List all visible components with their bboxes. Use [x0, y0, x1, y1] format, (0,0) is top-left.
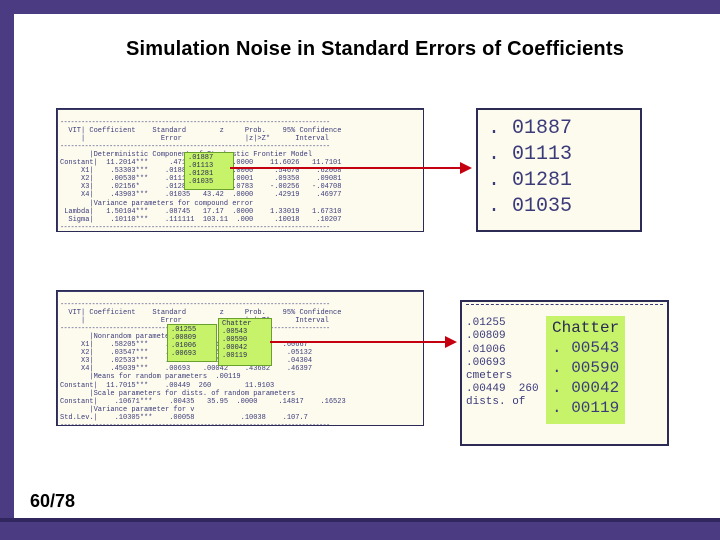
- row: X4| .45039*** .00693 .00042 .43682 .4639…: [60, 365, 312, 373]
- hl-val: .01006: [171, 342, 196, 350]
- highlight-chatter-small: Chatter .00543 .00590 .00042 .00119: [218, 318, 272, 366]
- rule: ----------------------------------------…: [60, 224, 330, 232]
- row: |Variance parameters for compound error: [60, 200, 253, 208]
- row: Constant| .10671*** .00435 35.95 .0000 .…: [60, 398, 346, 406]
- rule: ----------------------------------------…: [60, 301, 330, 309]
- chatter-column: Chatter . 00543 . 00590 . 00042 . 00119: [546, 316, 625, 424]
- magnified-se-top: . 01887 . 01113 . 01281 . 01035: [476, 108, 642, 232]
- row: Sigma| .10110*** .111111 103.11 .000 .10…: [60, 216, 341, 224]
- hl-val: .00693: [171, 350, 196, 358]
- hl-val: .00042: [222, 344, 247, 352]
- col-header-2: | Error |z|>Z* Interval: [60, 135, 329, 143]
- chatter-label: Chatter: [552, 318, 619, 338]
- hl-label: Chatter: [222, 320, 251, 328]
- col-header-1: VIT| Coefficient Standard z Prob. 95% Co…: [60, 309, 341, 317]
- rule: ----------------------------------------…: [60, 143, 330, 151]
- chatter-val: . 00543: [552, 338, 619, 358]
- chatter-val: . 00042: [552, 378, 619, 398]
- row: |Means for random parameters .00119: [60, 373, 241, 381]
- row: |Scale parameters for dists. of random p…: [60, 390, 295, 398]
- mag-left-context: .01255 .00809 .01006 .00693 cmeters .004…: [466, 304, 539, 410]
- rule: ----------------------------------------…: [60, 422, 330, 426]
- magnified-chatter: .01255 .00809 .01006 .00693 cmeters .004…: [460, 300, 669, 446]
- rule: ----------------------------------------…: [60, 119, 330, 127]
- hl-val: .00119: [222, 352, 247, 360]
- row: X4| .43903*** .01035 43.42 .0000 .42919 …: [60, 191, 341, 199]
- hl-val: .01281: [188, 170, 213, 178]
- slide-title: Simulation Noise in Standard Errors of C…: [60, 38, 690, 61]
- highlight-se-top: .01887 .01113 .01281 .01035: [184, 152, 234, 190]
- mag-val: . 01281: [488, 168, 630, 194]
- mag-val: . 01113: [488, 142, 630, 168]
- hl-val: .01255: [171, 326, 196, 334]
- decor-stripe-top: [0, 0, 720, 14]
- col-header-1: VIT| Coefficient Standard z Prob. 95% Co…: [60, 127, 341, 135]
- hl-val: .01887: [188, 154, 213, 162]
- chatter-val: . 00119: [552, 398, 619, 418]
- slide-number: 60/78: [30, 491, 75, 512]
- hl-val: .00590: [222, 336, 247, 344]
- row: Lambda| 1.50104*** .08745 17.17 .0000 1.…: [60, 208, 341, 216]
- highlight-se-bottom-left: .01255 .00809 .01006 .00693: [167, 324, 217, 362]
- hl-val: .00809: [171, 334, 196, 342]
- section-label: |Nonrandom parameters: [60, 333, 178, 341]
- hl-val: .01113: [188, 162, 213, 170]
- hl-val: .01035: [188, 178, 213, 186]
- decor-stripe-bottom: [0, 522, 720, 540]
- decor-stripe-left: [0, 0, 14, 540]
- row: |Variance parameter for v: [60, 406, 194, 414]
- output-top: ----------------------------------------…: [56, 108, 424, 232]
- mag-val: . 01887: [488, 116, 630, 142]
- row: Constant| 11.7015*** .00449 260 11.9103: [60, 382, 274, 390]
- chatter-val: . 00590: [552, 358, 619, 378]
- mag-val: . 01035: [488, 194, 630, 220]
- row: Std.Lev.| .10305*** .00058 .10038 .107.7: [60, 414, 308, 422]
- hl-val: .00543: [222, 328, 247, 336]
